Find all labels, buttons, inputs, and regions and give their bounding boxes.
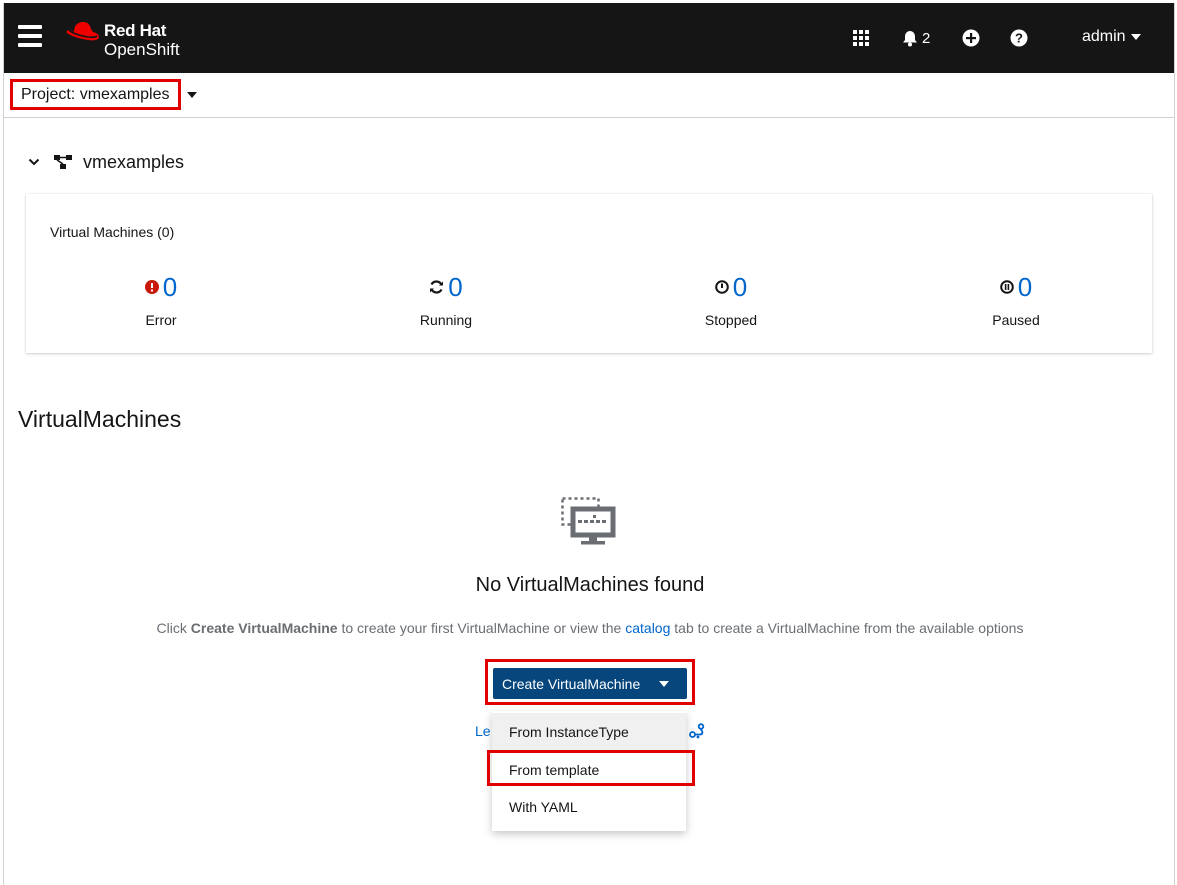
caret-down-icon	[659, 681, 669, 687]
card-title: Virtual Machines (0)	[50, 224, 175, 240]
stat-label: Running	[419, 312, 473, 328]
error-count[interactable]: 0	[163, 272, 177, 303]
paused-icon	[999, 280, 1014, 294]
create-vm-label: Create VirtualMachine	[502, 675, 641, 692]
app-frame: Red Hat OpenShift 2 ? admin Project: vme…	[3, 3, 1175, 885]
stopped-icon	[714, 280, 729, 294]
quick-start-icon[interactable]	[689, 723, 705, 744]
virtual-machine-icon	[561, 497, 619, 552]
namespace-header: vmexamples	[26, 149, 184, 175]
svg-text:?: ?	[1015, 31, 1023, 46]
stat-paused: 0 Paused	[906, 272, 1126, 329]
page-title: VirtualMachines	[18, 406, 182, 432]
learn-more-link[interactable]: Le	[475, 723, 491, 739]
red-hat-icon	[66, 22, 99, 41]
user-menu-toggle[interactable]: admin	[1082, 28, 1141, 46]
vm-status-card: Virtual Machines (0) 0 Error 0 Running 0…	[26, 194, 1152, 353]
menu-item-from-instancetype[interactable]: From InstanceType	[492, 713, 686, 750]
stopped-count[interactable]: 0	[733, 272, 747, 303]
masthead: Red Hat OpenShift 2 ? admin	[4, 3, 1174, 73]
caret-down-icon[interactable]	[187, 92, 197, 98]
project-topology-icon	[54, 155, 72, 169]
caret-down-icon	[1130, 34, 1141, 40]
stat-error: 0 Error	[51, 272, 271, 328]
help-icon[interactable]: ?	[1010, 27, 1028, 49]
sync-icon	[429, 280, 444, 294]
create-vm-dropdown-menu: From InstanceType From template With YAM…	[492, 711, 686, 831]
chevron-down-icon[interactable]	[26, 158, 42, 166]
paused-count[interactable]: 0	[1018, 272, 1032, 303]
body-text: to create your first VirtualMachine or v…	[337, 620, 626, 636]
empty-state-title: No VirtualMachines found	[475, 574, 705, 596]
create-vm-button[interactable]: Create VirtualMachine	[493, 668, 687, 699]
brand-name: Red Hat	[104, 21, 167, 40]
project-bar: Project: vmexamples	[4, 73, 1174, 118]
body-text: tab to create a VirtualMachine from the …	[670, 620, 1024, 636]
brand-product: OpenShift	[104, 40, 180, 59]
project-selector[interactable]: Project: vmexamples	[10, 79, 181, 110]
user-name: admin	[1082, 28, 1126, 45]
menu-item-with-yaml[interactable]: With YAML	[492, 788, 686, 825]
error-circle-icon	[144, 280, 159, 294]
running-count[interactable]: 0	[448, 272, 462, 303]
empty-state-body: Click Create VirtualMachine to create yo…	[4, 620, 1174, 636]
stat-running: 0 Running	[336, 272, 556, 329]
stat-label: Stopped	[704, 312, 758, 328]
import-yaml-icon[interactable]	[962, 27, 980, 49]
bell-icon	[903, 30, 917, 46]
body-bold: Create VirtualMachine	[190, 620, 338, 636]
stat-stopped: 0 Stopped	[621, 272, 841, 329]
create-vm-highlight: Create VirtualMachine	[485, 659, 695, 705]
namespace-name: vmexamples	[83, 151, 185, 172]
brand-logo[interactable]: Red Hat OpenShift	[66, 17, 196, 61]
app-launcher-icon[interactable]	[853, 27, 869, 49]
notification-count: 2	[922, 29, 931, 47]
stat-label: Error	[145, 312, 177, 328]
body-text: Click	[156, 620, 191, 636]
menu-toggle-icon[interactable]	[18, 25, 42, 47]
notifications-button[interactable]: 2	[902, 27, 930, 49]
catalog-link[interactable]: catalog	[625, 620, 670, 636]
menu-item-from-template[interactable]: From template	[492, 751, 686, 788]
stat-label: Paused	[992, 312, 1040, 328]
